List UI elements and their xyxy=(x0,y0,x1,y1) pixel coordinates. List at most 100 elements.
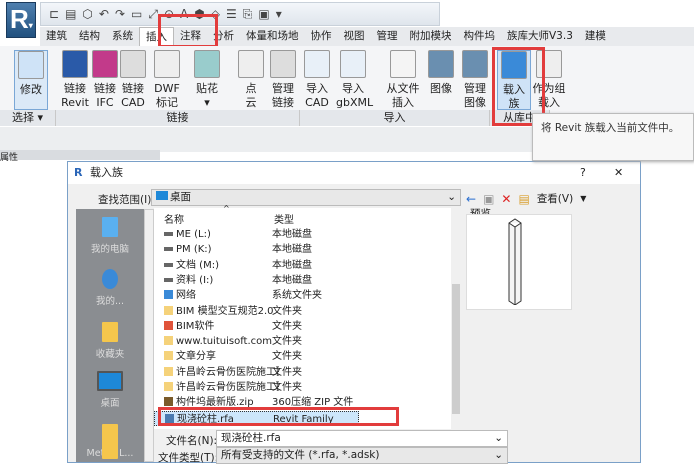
chevron-down-icon[interactable]: ▼ xyxy=(580,194,586,203)
close-button[interactable]: ✕ xyxy=(614,162,623,184)
save-icon[interactable]: ▤ xyxy=(65,7,76,21)
file-type: 本地磁盘 xyxy=(272,229,312,240)
file-name: 许昌岭云骨伤医院施工图C... xyxy=(164,365,279,380)
ribbon-button-9[interactable]: 导入 gbXML xyxy=(336,50,373,110)
tab-1[interactable]: 结构 xyxy=(73,27,106,46)
ribbon-label: CAD xyxy=(305,96,329,109)
tab-9[interactable]: 管理 xyxy=(371,27,404,46)
filetype-label: 文件类型(T): xyxy=(158,452,219,464)
chevron-down-icon[interactable]: ⌄ xyxy=(494,431,503,446)
tab-6[interactable]: 体量和场地 xyxy=(240,27,305,46)
file-name-text: 许昌岭云骨伤医院施工图C... xyxy=(176,382,279,393)
tab-11[interactable]: 构件坞 xyxy=(458,27,502,46)
chevron-down-icon[interactable]: ⌄ xyxy=(494,448,503,463)
place-0[interactable]: 我的电脑 xyxy=(76,217,144,255)
file-row[interactable]: 文档 (M:) 本地磁盘 xyxy=(154,258,451,273)
ribbon-button-7[interactable]: 管理 链接 xyxy=(266,50,300,110)
file-type: 文件夹 xyxy=(272,336,302,348)
ribbon-button-0[interactable]: 修改 xyxy=(14,50,48,110)
view-menu[interactable]: 查看(V) xyxy=(537,191,573,206)
file-name: BIM软件 xyxy=(164,319,279,334)
ribbon-icon-7 xyxy=(270,50,296,78)
file-row[interactable]: BIM软件 文件夹 xyxy=(154,319,451,334)
ribbon-group-0[interactable]: 选择 ▾ xyxy=(0,110,56,126)
file-row[interactable]: 网络 系统文件夹 xyxy=(154,288,451,303)
file-row[interactable]: BIM 模型交互规范2.0 文件夹 xyxy=(154,304,451,319)
place-label: 我的... xyxy=(95,296,125,307)
ribbon-label: ▾ xyxy=(204,96,210,109)
ribbon-button-6[interactable]: 点云 xyxy=(234,50,268,110)
new-folder-icon[interactable]: ▤ xyxy=(518,192,529,206)
properties-title: 属性 xyxy=(0,153,19,163)
ribbon-label: 插入 xyxy=(392,96,414,109)
file-row[interactable]: PM (K:) 本地磁盘 xyxy=(154,242,451,257)
highlight-selected-file xyxy=(158,407,399,426)
tab-13[interactable]: 建模 xyxy=(579,27,612,46)
filename-value: 现浇砼柱.rfa xyxy=(221,432,281,444)
ribbon-icon-5 xyxy=(194,50,220,78)
file-type: 本地磁盘 xyxy=(272,274,312,286)
help-button[interactable]: ? xyxy=(580,162,586,184)
filetype-dropdown[interactable]: 所有受支持的文件 (*.rfa, *.adsk) ⌄ xyxy=(216,447,508,464)
close-hidden-icon[interactable]: ⎘ xyxy=(243,7,253,22)
place-3[interactable]: 桌面 xyxy=(76,371,144,409)
file-row[interactable]: 许昌岭云骨伤医院施工图C...文件夹 xyxy=(154,380,451,395)
file-row[interactable]: 许昌岭云骨伤医院施工图C...文件夹 xyxy=(154,365,451,380)
ribbon-button-3[interactable]: 链接 CAD xyxy=(116,50,150,110)
file-name-text: BIM 模型交互规范2.0 xyxy=(176,305,274,317)
place-2[interactable]: 收藏夹 xyxy=(76,322,144,360)
ribbon-button-12[interactable]: 管理 图像 xyxy=(458,50,492,110)
redo-icon[interactable]: ↷ xyxy=(115,7,125,21)
place-icon-1 xyxy=(102,269,118,289)
ribbon-label: 导入 xyxy=(306,82,328,95)
places-scrollbar[interactable] xyxy=(144,209,154,462)
ribbon-button-10[interactable]: 从文件 插入 xyxy=(386,50,420,110)
ribbon-icon-8 xyxy=(304,50,330,78)
tab-0[interactable]: 建筑 xyxy=(40,27,73,46)
zip-icon xyxy=(164,397,173,407)
ribbon-icon-0 xyxy=(18,51,44,79)
tab-10[interactable]: 附加模块 xyxy=(404,27,458,46)
properties-panel: 属性 xyxy=(0,150,160,163)
column-header-type[interactable]: 类型 xyxy=(274,211,294,226)
file-row[interactable]: ME (L:) 本地磁盘 xyxy=(154,227,451,242)
open-icon[interactable]: ⊏ xyxy=(49,7,59,21)
ribbon-button-8[interactable]: 导入 CAD xyxy=(300,50,334,110)
sync-icon[interactable]: ⬡ xyxy=(82,7,92,21)
measure-icon[interactable]: ▭ xyxy=(131,7,142,21)
ribbon-icon-6 xyxy=(238,50,264,78)
column-header-name[interactable]: 名称 xyxy=(164,211,184,226)
ribbon-button-11[interactable]: 图像 xyxy=(424,50,458,96)
filename-input[interactable]: 现浇砼柱.rfa ⌄ xyxy=(216,430,508,447)
revit-logo: R xyxy=(10,4,29,34)
tab-2[interactable]: 系统 xyxy=(106,27,139,46)
file-row[interactable]: www.tuituisoft.com 文件夹 xyxy=(154,334,451,349)
folder-icon xyxy=(164,382,173,391)
ribbon-label: 贴花 xyxy=(196,82,218,95)
file-list-scrollbar[interactable] xyxy=(451,208,461,429)
place-1[interactable]: 我的... xyxy=(76,269,144,307)
delete-icon[interactable]: ✕ xyxy=(501,192,511,206)
ribbon-button-1[interactable]: 链接 Revit xyxy=(58,50,92,110)
look-in-value: 桌面 xyxy=(170,191,191,203)
up-folder-icon[interactable]: ▣ xyxy=(483,192,494,206)
application-menu-button[interactable]: R▾ xyxy=(6,2,36,38)
file-row[interactable]: 资料 (I:) 本地磁盘 xyxy=(154,273,451,288)
ribbon-button-4[interactable]: DWF 标记 xyxy=(150,50,184,110)
tab-8[interactable]: 视图 xyxy=(338,27,371,46)
back-icon[interactable]: ← xyxy=(466,192,476,206)
ribbon-button-5[interactable]: 贴花 ▾ xyxy=(190,50,224,110)
file-list: 名称 ^ 类型 ME (L:) 本地磁盘 PM (K:) 本地磁盘 文档 (M:) 本地磁… xyxy=(154,204,451,429)
look-in-dropdown[interactable]: 桌面 ⌄ xyxy=(151,189,461,206)
file-type: 文件夹 xyxy=(272,366,302,378)
dimension-icon[interactable]: ⤢ xyxy=(148,7,158,22)
undo-icon[interactable]: ↶ xyxy=(99,7,109,21)
ribbon-icon-3 xyxy=(120,50,146,78)
file-row[interactable]: 文章分享 文件夹 xyxy=(154,349,451,364)
thin-lines-icon[interactable]: ☰ xyxy=(226,7,237,21)
tab-7[interactable]: 协作 xyxy=(305,27,338,46)
tab-12[interactable]: 族库大师V3.3 xyxy=(501,27,579,46)
switch-windows-icon[interactable]: ▣ xyxy=(258,7,269,21)
ribbon-group-1: 链接 xyxy=(56,110,300,126)
customize-icon[interactable]: ▾ xyxy=(276,7,282,21)
